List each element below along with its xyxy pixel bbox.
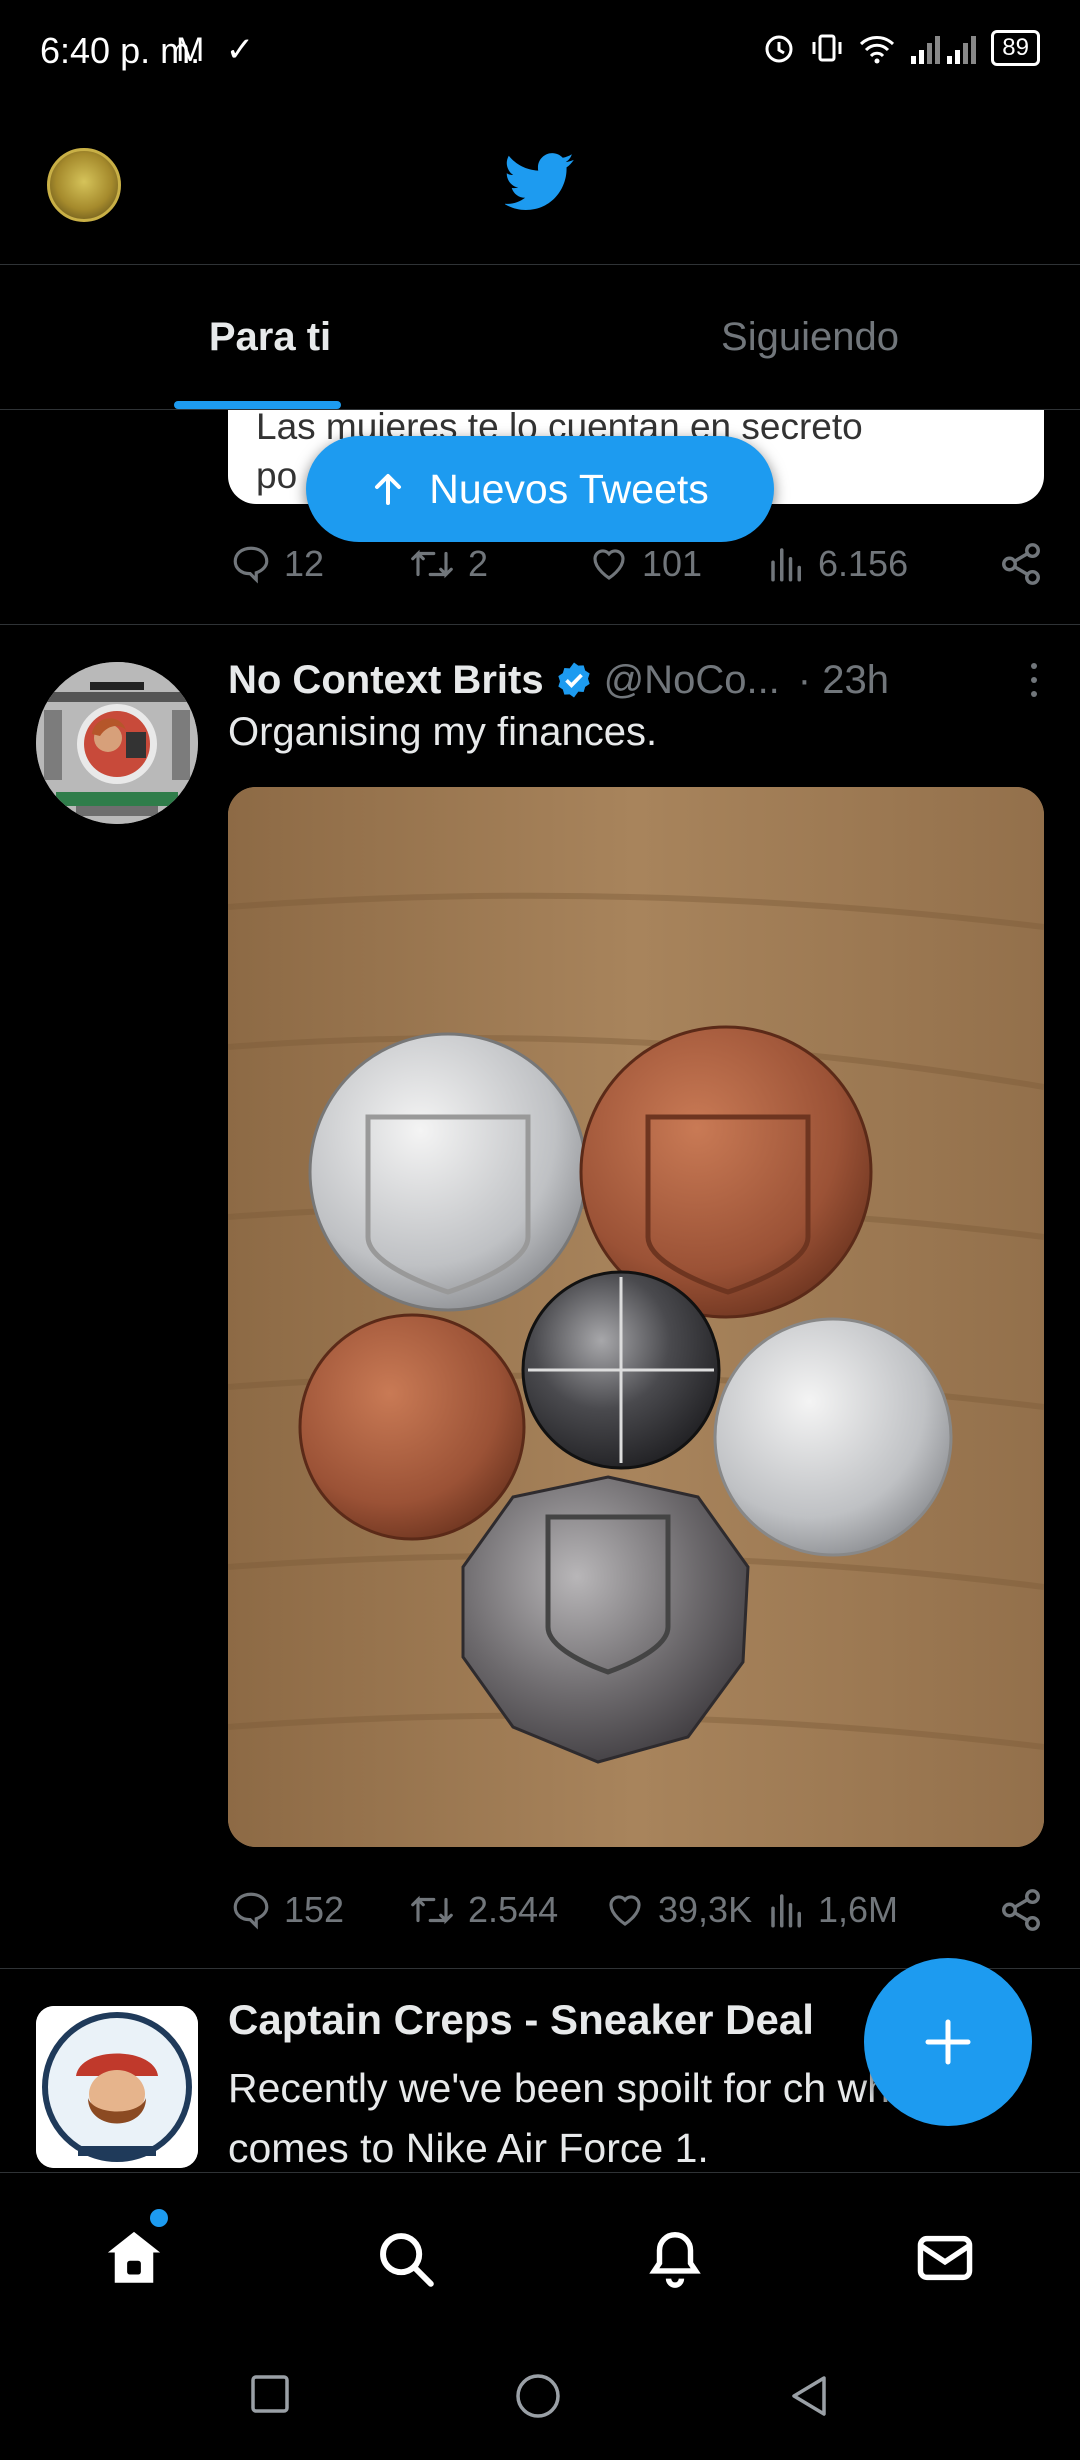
like-count: 39,3K: [658, 1889, 753, 1930]
nav-search[interactable]: [370, 2223, 440, 2293]
compose-button[interactable]: [864, 1958, 1032, 2126]
views-count: 1,6M: [818, 1889, 899, 1930]
tab-label: Siguiendo: [721, 315, 899, 359]
compose-icon: [925, 2019, 971, 2065]
link-card-text: po: [256, 455, 298, 496]
new-tweets-label: Nuevos Tweets: [429, 465, 709, 512]
tweet-image[interactable]: [228, 787, 1044, 1847]
bottom-navigation: [0, 2172, 1080, 2342]
views-icon: [771, 548, 801, 582]
reply-icon: [233, 1892, 269, 1930]
retweet-button[interactable]: 2: [406, 543, 586, 585]
author-name[interactable]: Captain Creps - Sneaker Deal: [228, 1996, 814, 2044]
views-count: 6.156: [818, 543, 909, 584]
nav-notifications[interactable]: [640, 2223, 710, 2293]
tweet-text: Organising my finances.: [228, 710, 658, 754]
profile-avatar[interactable]: [47, 148, 121, 222]
tweet-divider: [0, 624, 1080, 625]
like-icon: [609, 1895, 641, 1926]
reply-button[interactable]: 12: [228, 543, 406, 585]
retweet-icon: [411, 549, 453, 579]
coins-photo: [228, 787, 1044, 1847]
timeline-tabs: Para ti Siguiendo: [0, 265, 1080, 410]
tab-siguiendo[interactable]: Siguiendo: [540, 265, 1080, 410]
like-button[interactable]: 39,3K: [602, 1889, 766, 1931]
status-notification-icons: M ✓: [176, 31, 261, 69]
views-button[interactable]: 6.156: [766, 543, 966, 585]
like-count: 101: [642, 543, 703, 584]
avatar-image: [36, 2006, 198, 2168]
search-icon: [380, 2233, 434, 2287]
author-handle[interactable]: @NoCo...: [604, 658, 780, 703]
status-bar: 6:40 p. m. M ✓ 89: [0, 0, 1080, 100]
nav-home[interactable]: [99, 2223, 169, 2293]
avatar-image: [36, 662, 198, 824]
views-icon: [771, 1894, 801, 1928]
retweet-count: 2: [468, 543, 489, 584]
battery-indicator: 89: [991, 30, 1040, 66]
top-app-bar: [0, 100, 1080, 265]
messages-icon: [917, 2235, 973, 2281]
verified-icon: [557, 662, 590, 698]
home-icon: [107, 2231, 161, 2283]
arrow-up-icon: [375, 474, 402, 505]
new-tweets-button[interactable]: Nuevos Tweets: [306, 436, 774, 542]
home-unread-dot: [150, 2209, 168, 2227]
wifi-icon: [860, 36, 895, 64]
nav-messages[interactable]: [910, 2223, 980, 2293]
tweet-actions: 12 2 101 6.156: [228, 534, 1044, 594]
status-system-icons: 89: [761, 30, 1040, 66]
reply-count: 12: [284, 543, 325, 584]
tweet-time: · 23h: [797, 657, 889, 702]
tweet-actions: 152 2.544 39,3K 1,6M: [228, 1880, 1044, 1940]
author-name[interactable]: No Context Brits: [228, 658, 544, 703]
more-icon[interactable]: [1024, 658, 1044, 702]
tab-label: Para ti: [208, 315, 332, 359]
share-button[interactable]: [998, 541, 1044, 587]
retweet-icon: [411, 1895, 453, 1925]
vibrate-icon: [812, 34, 842, 62]
tweet-header: No Context Brits @NoCo... · 23h: [228, 652, 1044, 708]
share-button[interactable]: [998, 1887, 1044, 1933]
reply-button[interactable]: 152: [228, 1889, 406, 1931]
tab-para-ti[interactable]: Para ti: [0, 265, 540, 410]
share-icon: [1002, 1889, 1040, 1931]
views-button[interactable]: 1,6M: [766, 1889, 966, 1931]
like-icon: [593, 549, 625, 580]
reply-count: 152: [284, 1889, 345, 1930]
recents-icon[interactable]: [248, 2372, 292, 2416]
reply-icon: [233, 546, 269, 584]
like-button[interactable]: 101: [586, 543, 766, 585]
twitter-bird-icon[interactable]: [505, 152, 575, 212]
system-navigation: [0, 2342, 1080, 2460]
retweet-button[interactable]: 2.544: [406, 1889, 602, 1931]
share-icon: [1002, 543, 1040, 585]
retweet-count: 2.544: [468, 1889, 559, 1930]
author-avatar[interactable]: [36, 662, 198, 824]
alarm-icon: [765, 35, 793, 63]
notifications-icon: [649, 2232, 701, 2288]
author-avatar[interactable]: [36, 2006, 198, 2168]
signal-icon: [911, 36, 977, 64]
home-system-icon[interactable]: [514, 2372, 562, 2420]
active-tab-indicator: [174, 401, 341, 409]
back-icon[interactable]: [786, 2372, 830, 2420]
